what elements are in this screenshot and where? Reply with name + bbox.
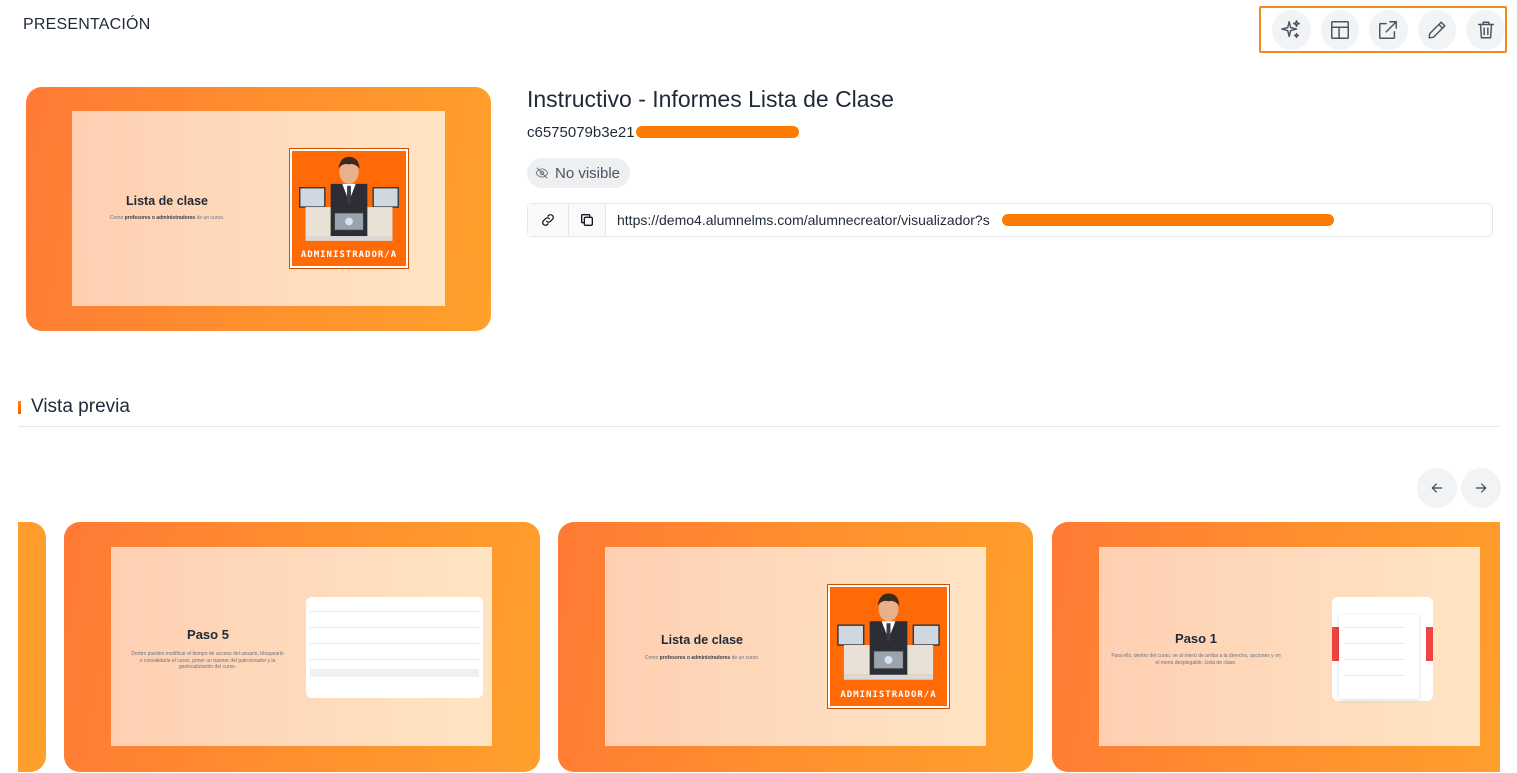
- slide-text: Para ello, dentro del curso, ve al menú …: [1111, 653, 1281, 666]
- avatar-illustration: ADMINISTRADOR/A: [290, 149, 408, 268]
- menu-screenshot-mock: [1332, 597, 1433, 701]
- trash-icon: [1477, 20, 1494, 39]
- eye-off-icon: [535, 167, 549, 179]
- presentation-title: Instructivo - Informes Lista de Clase: [527, 86, 894, 112]
- visibility-label: No visible: [555, 164, 621, 182]
- share-url-text[interactable]: https://demo4.alumnelms.com/alumnecreato…: [606, 204, 990, 236]
- cover-subtitle: Como profesores o administradores de un …: [109, 215, 225, 221]
- preview-header: Vista previa: [18, 396, 130, 418]
- carousel-next-button[interactable]: [1461, 468, 1501, 508]
- avatar-caption: ADMINISTRADOR/A: [840, 690, 937, 700]
- pencil-icon: [1428, 20, 1446, 39]
- sparkles-icon: [1281, 19, 1301, 38]
- visibility-badge: No visible: [527, 158, 631, 188]
- avatar-illustration: ADMINISTRADOR/A: [828, 585, 949, 708]
- preview-divider: [18, 426, 1500, 427]
- copy-icon: [581, 214, 593, 226]
- link-icon: [542, 214, 554, 226]
- presentation-id: c6575079b3e21: [527, 124, 635, 141]
- layout-icon: [1330, 20, 1349, 39]
- slide-subtitle: Como profesores o administradores de un …: [644, 655, 760, 661]
- arrow-right-icon: [1475, 483, 1487, 493]
- preview-slide-paso-1[interactable]: Paso 1 Para ello, dentro del curso, ve a…: [1052, 522, 1500, 772]
- slide-title: Paso 5: [187, 627, 229, 642]
- admin-avatar-icon: [837, 593, 940, 680]
- admin-avatar-icon: [299, 156, 399, 241]
- carousel-prev-button[interactable]: [1417, 468, 1457, 508]
- external-link-icon: [1379, 20, 1398, 39]
- layout-button[interactable]: [1320, 9, 1360, 50]
- preview-slide-partial[interactable]: [18, 522, 46, 772]
- preview-carousel: Paso 5 Dentro puedes modificar el tiempo…: [18, 521, 1500, 773]
- preview-slide-paso-5[interactable]: Paso 5 Dentro puedes modificar el tiempo…: [64, 522, 540, 772]
- slide-title: Lista de clase: [661, 633, 743, 647]
- screenshot-mock: [306, 597, 483, 698]
- copy-link-button[interactable]: [528, 204, 569, 236]
- ai-button[interactable]: [1272, 9, 1311, 50]
- preview-title: Vista previa: [31, 396, 130, 417]
- id-redaction: [636, 126, 799, 138]
- slide-title: Paso 1: [1175, 631, 1217, 646]
- avatar-caption: ADMINISTRADOR/A: [300, 250, 398, 260]
- slide-text: Dentro puedes modificar el tiempo de acc…: [131, 651, 284, 670]
- url-redaction: [1002, 214, 1334, 226]
- preview-slide-lista-de-clase[interactable]: Lista de clase Como profesores o adminis…: [558, 522, 1033, 772]
- cover-title: Lista de clase: [126, 194, 208, 208]
- open-external-button[interactable]: [1369, 9, 1408, 50]
- copy-url-button[interactable]: [569, 204, 606, 236]
- preview-accent-bar: [18, 400, 21, 414]
- arrow-left-icon: [1431, 483, 1443, 493]
- cover-thumbnail[interactable]: Lista de clase Como profesores o adminis…: [26, 87, 491, 331]
- action-toolbar: [1259, 6, 1507, 53]
- section-title: PRESENTACIÓN: [23, 16, 151, 33]
- edit-button[interactable]: [1417, 9, 1457, 50]
- delete-button[interactable]: [1466, 9, 1505, 50]
